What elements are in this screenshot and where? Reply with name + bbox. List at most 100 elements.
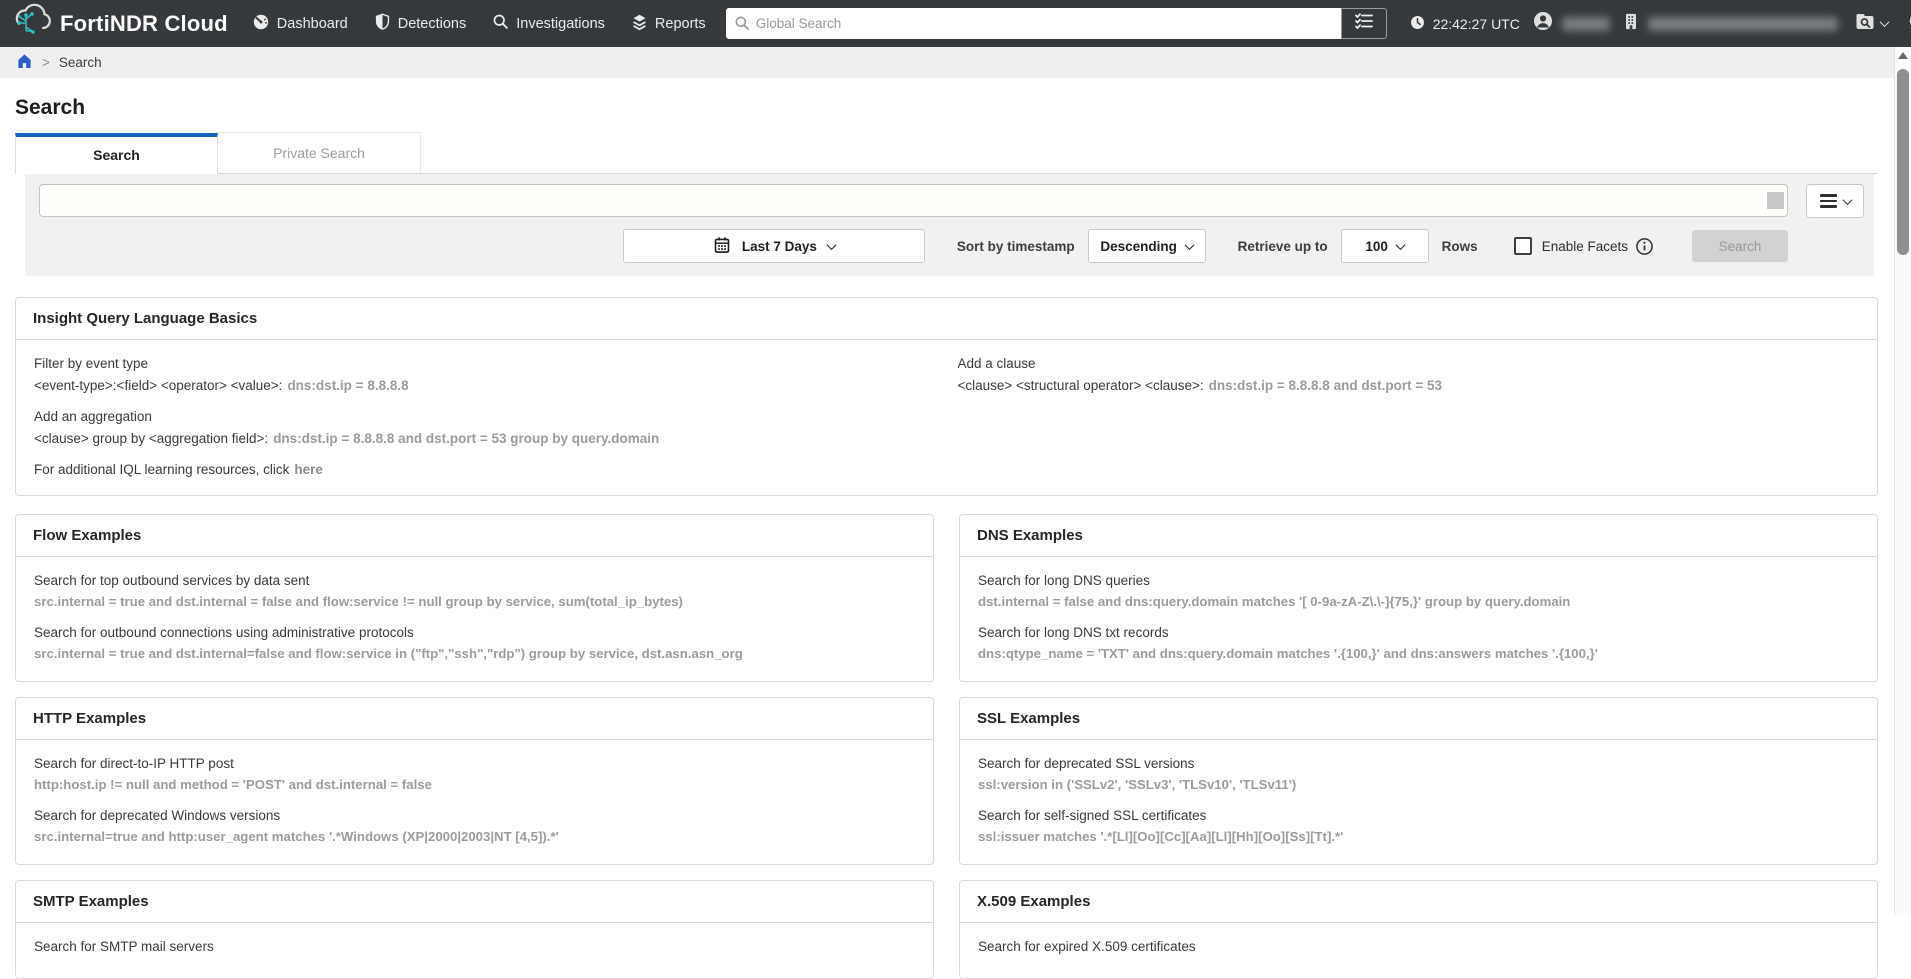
example-label: Search for long DNS txt records — [978, 625, 1169, 640]
retrieve-label: Retrieve up to — [1237, 238, 1328, 254]
info-icon[interactable] — [1635, 237, 1654, 256]
example-query: http:host.ip != null and method = 'POST'… — [34, 777, 432, 792]
example-query: src.internal = true and dst.internal=fal… — [34, 646, 743, 661]
iql-aggregation-item: Add an aggregation <clause> group by <ag… — [34, 409, 936, 446]
layers-icon — [631, 13, 648, 35]
nav-label: Dashboard — [276, 15, 348, 32]
user-menu[interactable] — [1532, 10, 1610, 37]
folder-search-icon — [1855, 12, 1875, 36]
redacted-account-name — [1647, 16, 1838, 31]
example-item: Search for long DNS queries dst.internal… — [978, 573, 1859, 609]
iql-here-link[interactable]: here — [294, 462, 323, 477]
nav-detections[interactable]: Detections — [374, 12, 466, 35]
sort-direction-value: Descending — [1100, 238, 1177, 254]
iql-item-label: Filter by event type — [34, 356, 149, 371]
global-search — [725, 8, 1387, 39]
chevron-down-icon — [1842, 194, 1852, 205]
main-nav: Dashboard Detections Investigations Repo… — [252, 12, 706, 35]
user-avatar-icon — [1532, 10, 1554, 37]
resize-grip[interactable] — [1767, 192, 1784, 209]
example-label: Search for deprecated Windows versions — [34, 808, 281, 823]
example-label: Search for top outbound services by data… — [34, 573, 310, 588]
iql-left-column: Filter by event type <event-type>:<field… — [34, 356, 936, 477]
example-label: Search for self-signed SSL certificates — [978, 808, 1207, 823]
nav-reports[interactable]: Reports — [631, 13, 706, 35]
brand-logo[interactable]: FortiNDR Cloud — [10, 3, 228, 44]
breadcrumb-current: Search — [58, 55, 102, 70]
example-item: Search for direct-to-IP HTTP post http:h… — [34, 756, 915, 792]
home-icon[interactable] — [16, 53, 33, 72]
saved-searches-menu[interactable] — [1850, 12, 1893, 36]
smtp-examples-panel: SMTP Examples Search for SMTP mail serve… — [15, 880, 934, 979]
iql-item-code: dns:dst.ip = 8.8.8.8 — [287, 378, 409, 393]
row-limit-value: 100 — [1365, 238, 1388, 254]
date-range-select[interactable]: Last 7 Days — [622, 229, 925, 263]
calendar-icon — [713, 236, 731, 257]
help-menu[interactable]: ? — [1903, 11, 1911, 36]
fortindr-cloud-logo-icon — [10, 3, 54, 44]
example-label: Search for SMTP mail servers — [34, 939, 214, 954]
hamburger-icon — [1819, 194, 1837, 208]
sort-label: Sort by timestamp — [956, 238, 1075, 254]
checklist-icon — [1354, 13, 1374, 34]
iql-item-syntax: <clause> <structural operator> <clause>: — [957, 378, 1204, 393]
date-range-value: Last 7 Days — [741, 238, 817, 254]
tab-private-search[interactable]: Private Search — [218, 132, 421, 173]
panel-title: SSL Examples — [960, 698, 1877, 740]
iql-item-label: Add an aggregation — [34, 409, 152, 424]
panel-title: X.509 Examples — [960, 881, 1877, 923]
iql-footer-text: For additional IQL learning resources, c… — [34, 462, 290, 477]
example-query: src.internal = true and dst.internal = f… — [34, 594, 683, 609]
example-label: Search for long DNS queries — [978, 573, 1150, 588]
header-icon-menus: ? ⚙ — [1850, 11, 1911, 36]
sort-direction-select[interactable]: Descending — [1087, 229, 1206, 263]
iql-item-syntax: <clause> group by <aggregation field>: — [34, 431, 269, 446]
chevron-down-icon — [1184, 239, 1195, 250]
magnifier-icon — [492, 13, 509, 34]
search-toolbar: Last 7 Days Sort by timestamp Descending… — [25, 174, 1874, 276]
redacted-username — [1561, 16, 1610, 31]
nav-investigations[interactable]: Investigations — [492, 13, 605, 34]
panel-title: Insight Query Language Basics — [16, 298, 1877, 340]
ssl-examples-panel: SSL Examples Search for deprecated SSL v… — [959, 697, 1878, 865]
nav-label: Investigations — [516, 15, 605, 32]
scrollbar-thumb[interactable] — [1897, 69, 1909, 255]
chevron-down-icon — [1879, 17, 1890, 28]
utc-time: 22:42:27 UTC — [1432, 15, 1520, 32]
example-item: Search for expired X.509 certificates — [978, 939, 1859, 954]
query-menu-button[interactable] — [1806, 184, 1864, 218]
search-options-button[interactable] — [1340, 8, 1387, 39]
building-icon — [1622, 12, 1640, 36]
rows-label: Rows — [1441, 238, 1478, 254]
tab-search[interactable]: Search — [15, 133, 218, 174]
row-limit-select[interactable]: 100 — [1340, 229, 1429, 263]
iql-item-code: dns:dst.ip = 8.8.8.8 and dst.port = 53 — [1208, 378, 1442, 393]
example-item: Search for deprecated Windows versions s… — [34, 808, 915, 844]
iql-right-column: Add a clause <clause> <structural operat… — [958, 356, 1860, 477]
example-query: src.internal=true and http:user_agent ma… — [34, 829, 559, 844]
panel-title: Flow Examples — [16, 515, 933, 557]
example-label: Search for direct-to-IP HTTP post — [34, 756, 234, 771]
nav-label: Reports — [654, 15, 706, 32]
search-button[interactable]: Search — [1692, 230, 1788, 262]
panel-title: SMTP Examples — [16, 881, 933, 923]
account-menu[interactable] — [1622, 12, 1838, 36]
global-search-input[interactable] — [725, 8, 1341, 39]
enable-facets-checkbox[interactable] — [1513, 237, 1532, 255]
header-right: 22:42:27 UTC — [1409, 10, 1911, 37]
query-input[interactable] — [39, 184, 1788, 217]
example-item: Search for top outbound services by data… — [34, 573, 915, 609]
example-query: dst.internal = false and dns:query.domai… — [978, 594, 1571, 609]
iql-basics-panel: Insight Query Language Basics Filter by … — [15, 297, 1878, 496]
x509-examples-panel: X.509 Examples Search for expired X.509 … — [959, 880, 1878, 979]
example-item: Search for self-signed SSL certificates … — [978, 808, 1859, 844]
panel-title: DNS Examples — [960, 515, 1877, 557]
scroll-up-arrow[interactable] — [1898, 52, 1908, 59]
iql-clause-item: Add a clause <clause> <structural operat… — [958, 356, 1860, 393]
nav-dashboard[interactable]: Dashboard — [252, 13, 348, 35]
example-query: ssl:issuer matches '.*[Ll][Oo][Cc][Aa][L… — [978, 829, 1344, 844]
search-controls: Last 7 Days Sort by timestamp Descending… — [35, 229, 1864, 263]
vertical-scrollbar[interactable] — [1894, 47, 1911, 915]
example-item: Search for long DNS txt records dns:qtyp… — [978, 625, 1859, 661]
chevron-down-icon — [1395, 239, 1406, 250]
